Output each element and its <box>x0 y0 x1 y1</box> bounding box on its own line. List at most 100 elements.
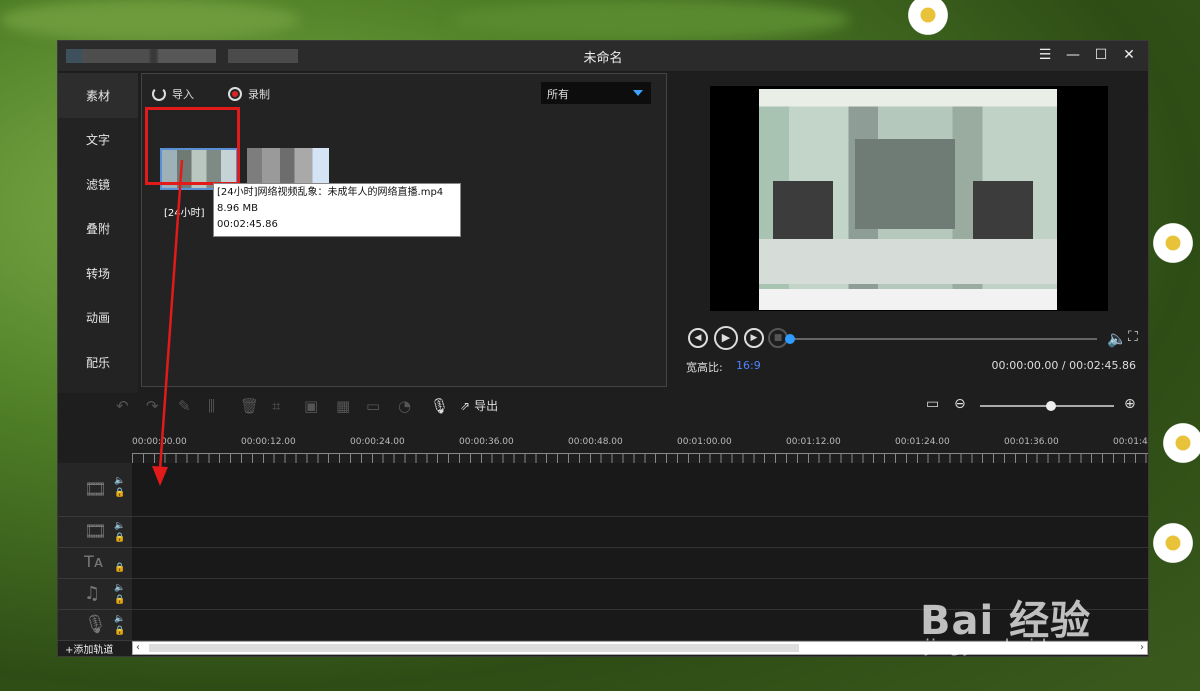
track-mute-lock[interactable]: 🔈 🔒 <box>114 520 125 544</box>
media-filter-select[interactable]: 所有 <box>541 82 651 104</box>
zoom-out-icon[interactable]: ⊖ <box>954 396 966 412</box>
title-bar: 未命名 ☰ — ☐ ✕ <box>58 41 1148 71</box>
sidebar-item-media[interactable]: 素材 <box>58 73 138 118</box>
add-track-button[interactable]: +添加轨道 <box>65 641 113 656</box>
play-button[interactable]: ▶ <box>714 326 738 350</box>
ruler-tick-label: 00:00:00.00 <box>132 437 187 447</box>
frame-block <box>759 239 1057 284</box>
sidebar-item-transition[interactable]: 转场 <box>58 251 138 296</box>
highlight-box <box>145 107 240 185</box>
sidebar-item-filter[interactable]: 滤镜 <box>58 162 138 207</box>
split-icon[interactable]: ⫼ <box>208 397 215 415</box>
sidebar-item-overlay[interactable]: 叠附 <box>58 207 138 252</box>
window-title: 未命名 <box>583 51 623 66</box>
track-text[interactable] <box>132 548 1148 579</box>
prev-frame-button[interactable]: ◀ <box>688 328 708 348</box>
media-tooltip: [24小时]网络视频乱象：未成年人的网络直播.mp4 8.96 MB 00:02… <box>213 183 461 237</box>
edit-icon[interactable]: ✎ <box>178 397 191 415</box>
media-panel: 导入 录制 所有 [24小时] [24小时]网络视频乱象：未成年人的网络直播.m… <box>141 73 667 387</box>
scrollbar-thumb[interactable] <box>149 644 799 652</box>
ruler-tick-label: 00:01:00.00 <box>677 437 732 447</box>
crop-icon[interactable]: ⌗ <box>272 397 280 415</box>
preview-screen <box>710 86 1108 311</box>
music-icon: ♫ <box>84 583 101 604</box>
export-label: 导出 <box>474 399 499 413</box>
seek-knob[interactable] <box>785 334 795 344</box>
menu-icon[interactable]: ☰ <box>1038 47 1052 63</box>
track-mute-lock[interactable]: 🔈 🔒 <box>114 613 125 637</box>
track-header-text: Tᴀ 🔒 <box>58 548 132 579</box>
daisy-decoration <box>905 0 951 38</box>
timeline-toolbar: ↶ ↷ ✎ ⫼ 🗑 ⌗ ▣ ▦ ▭ ◔ 🎙 ⇗ 导出 ▭ ⊖ ⊕ <box>58 393 1148 419</box>
minimize-icon[interactable]: — <box>1066 47 1080 63</box>
undo-icon[interactable]: ↶ <box>116 397 129 415</box>
background-foliage <box>450 0 850 40</box>
export-button[interactable]: ⇗ 导出 <box>460 397 498 414</box>
sidebar-item-music[interactable]: 配乐 <box>58 340 138 385</box>
ruler-tick-label: 00:01:24.00 <box>895 437 950 447</box>
mosaic-icon[interactable]: ▣ <box>304 397 318 415</box>
aspect-ratio-value[interactable]: 16:9 <box>736 359 761 372</box>
seek-bar[interactable] <box>785 334 1097 344</box>
redo-icon[interactable]: ↷ <box>146 397 159 415</box>
scroll-right-icon[interactable]: › <box>1140 642 1144 654</box>
import-button[interactable]: 导入 <box>152 86 194 102</box>
track-lock[interactable]: 🔒 <box>114 562 125 574</box>
filter-value: 所有 <box>547 88 569 101</box>
zoom-in-icon[interactable]: ⊕ <box>1124 396 1136 412</box>
freeze-icon[interactable]: ▦ <box>336 397 350 415</box>
record-icon <box>228 87 242 101</box>
sidebar-item-text[interactable]: 文字 <box>58 118 138 163</box>
record-label: 录制 <box>248 88 270 101</box>
scroll-left-icon[interactable]: ‹ <box>136 642 140 654</box>
close-icon[interactable]: ✕ <box>1122 47 1136 63</box>
ruler-tick-label: 00:00:36.00 <box>459 437 514 447</box>
import-icon <box>152 87 166 101</box>
ruler-tick-label: 00:00:48.00 <box>568 437 623 447</box>
preview-frame <box>759 89 1057 310</box>
microphone-icon: 🎙 <box>84 614 107 635</box>
speed-icon[interactable]: ◔ <box>398 397 411 415</box>
tooltip-filename: [24小时]网络视频乱象：未成年人的网络直播.mp4 <box>217 187 444 198</box>
import-label: 导入 <box>172 88 194 101</box>
record-button[interactable]: 录制 <box>228 86 270 102</box>
microphone-icon[interactable]: 🎙 <box>430 397 449 415</box>
daisy-decoration <box>1150 220 1196 266</box>
fit-timeline-icon[interactable]: ▭ <box>926 396 939 412</box>
frame-block <box>973 181 1033 241</box>
next-frame-button[interactable]: ▶ <box>744 328 764 348</box>
tooltip-duration: 00:02:45.86 <box>217 219 278 230</box>
daisy-decoration <box>1160 420 1200 466</box>
fullscreen-icon[interactable]: ⛶ <box>1128 329 1138 345</box>
editor-window: 未命名 ☰ — ☐ ✕ 素材 文字 滤镜 叠附 转场 动画 配乐 导入 录制 所… <box>57 40 1149 657</box>
ruler-tick-label: 00:01:4 <box>1113 437 1148 447</box>
sidebar-item-animation[interactable]: 动画 <box>58 296 138 341</box>
zoom-slider[interactable] <box>980 401 1114 411</box>
delete-icon[interactable]: 🗑 <box>240 397 259 415</box>
track-mute-lock[interactable]: 🔈 🔒 <box>114 582 125 606</box>
volume-icon[interactable]: 🔈 <box>1107 329 1127 348</box>
zoom-knob[interactable] <box>1046 401 1057 411</box>
film-icon: 🎞 <box>84 479 107 500</box>
background-foliage <box>0 0 300 40</box>
timeline-ruler[interactable]: 00:00:00.00 00:00:12.00 00:00:24.00 00:0… <box>132 435 1148 463</box>
track-header-music: ♫ 🔈 🔒 <box>58 579 132 610</box>
audio-edit-icon[interactable]: ▭ <box>366 397 380 415</box>
track-mute-lock[interactable]: 🔈 🔒 <box>114 475 125 499</box>
ruler-tick-label: 00:01:12.00 <box>786 437 841 447</box>
maximize-icon[interactable]: ☐ <box>1094 47 1108 63</box>
preview-timecode: 00:00:00.00 / 00:02:45.86 <box>991 359 1137 372</box>
ruler-tick-label: 00:01:36.00 <box>1004 437 1059 447</box>
frame-block <box>855 139 955 229</box>
film-icon: 🎞 <box>84 521 107 542</box>
ruler-tick-label: 00:00:24.00 <box>350 437 405 447</box>
export-icon: ⇗ <box>460 398 471 413</box>
frame-block <box>759 289 1057 310</box>
watermark-url: jingyan.baidu.com <box>925 636 1109 657</box>
track-video-main[interactable] <box>132 463 1148 517</box>
track-header-video: 🎞 🔈 🔒 <box>58 463 132 517</box>
frame-block <box>773 181 833 241</box>
track-pip[interactable] <box>132 517 1148 548</box>
chevron-down-icon <box>633 90 643 96</box>
aspect-ratio-label: 宽高比: <box>686 361 723 374</box>
